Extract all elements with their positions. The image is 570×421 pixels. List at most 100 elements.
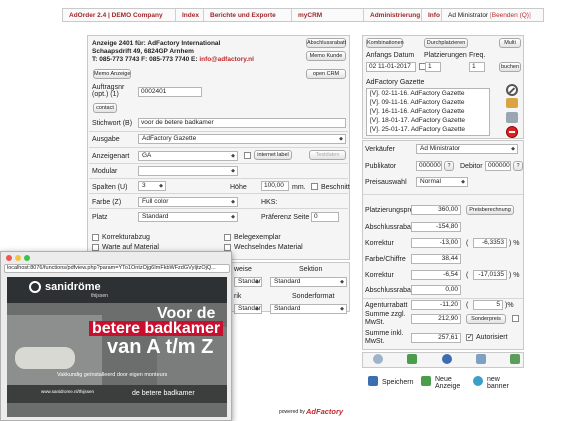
close-window-icon[interactable]	[6, 255, 12, 261]
internet-label-checkbox[interactable]	[244, 152, 251, 159]
korrektur-2-percent-input[interactable]: -17,0135	[473, 270, 507, 280]
adfactory-logo: AdFactory	[306, 407, 344, 416]
placement-item[interactable]: [V]. 02-11-16. AdFactory Gazette	[370, 90, 465, 97]
pdf-preview-window[interactable]: localhost:8076/functions/pdfview.php?par…	[0, 251, 232, 421]
new-banner-icon[interactable]	[473, 376, 483, 386]
platzierungspreis-input[interactable]: 360,00	[411, 205, 461, 215]
save-icon[interactable]	[368, 376, 378, 386]
praeferenz-input[interactable]: 0	[311, 212, 339, 222]
korrektur-2-input[interactable]: -6,54	[411, 270, 461, 280]
nav-administrierung[interactable]: Administrierung	[364, 9, 422, 21]
placement-item[interactable]: [V]. 25-01-17. AdFactory Gazette	[370, 126, 465, 133]
summe-inkl-input[interactable]: 257,61	[411, 333, 461, 343]
anfangs-datum-input[interactable]: 02 11-01-2017	[366, 62, 416, 72]
customer-line-2: Schaapsdrift 49, 6824GP Arnhem	[92, 48, 194, 55]
nav-mycrm[interactable]: myCRM	[292, 9, 364, 21]
warte-material-checkbox[interactable]	[92, 244, 99, 251]
platz-select[interactable]: Standard	[138, 212, 238, 222]
customer-email[interactable]: info@adfactory.nl	[199, 56, 254, 63]
customer-line-3: T: 085-773 7743 F: 085-773 7740 E: info@…	[92, 56, 254, 63]
publikator-search-button[interactable]: ?	[444, 161, 454, 171]
kombinationen-button[interactable]: Kombinationen	[366, 38, 404, 48]
abschlussrabatt-button[interactable]: Abschlussrabatt	[306, 38, 346, 48]
sanidrome-logo-icon	[29, 281, 41, 293]
nav-index[interactable]: Index	[176, 9, 204, 21]
debitor-search-button[interactable]: ?	[513, 161, 523, 171]
freq-input[interactable]: 1	[469, 62, 485, 72]
speichern-button[interactable]: Speichern	[382, 379, 414, 386]
farbe-chiffre-input[interactable]: 38,44	[411, 254, 461, 264]
internet-label-button[interactable]: internet label	[254, 150, 292, 160]
new-banner-button[interactable]: new	[487, 376, 500, 383]
grid-add-icon[interactable]	[510, 354, 520, 364]
calculator-icon[interactable]	[373, 354, 383, 364]
placement-item[interactable]: [V]. 16-11-16. AdFactory Gazette	[370, 108, 465, 115]
durchplatzieren-button[interactable]: Durchplatzieren	[424, 38, 468, 48]
farbe-label: Farbe (Z)	[92, 199, 122, 206]
beschnitt-checkbox[interactable]	[311, 183, 318, 190]
anzeigenart-select[interactable]: GA	[138, 151, 238, 161]
memo-anzeige-button[interactable]: Memo Anzeige	[93, 69, 131, 79]
edit-icon[interactable]	[506, 98, 518, 108]
maximize-window-icon[interactable]	[24, 255, 30, 261]
minimize-window-icon[interactable]	[15, 255, 21, 261]
ausgabe-select[interactable]: AdFactory Gazette	[138, 134, 346, 144]
preisberechnung-button[interactable]: Preisberechnung	[466, 205, 514, 215]
placement-item[interactable]: [V]. 09-11-16. AdFactory Gazette	[370, 99, 465, 106]
spalten-select[interactable]: 3	[138, 181, 166, 191]
preisauswahl-select[interactable]: Normal	[416, 177, 468, 187]
abschlussrabatt-2-input[interactable]: 0,00	[411, 285, 461, 295]
agenturrabatt-input[interactable]: -11,20	[411, 300, 461, 310]
korrektur-input[interactable]: -13,00	[411, 238, 461, 248]
hoehe-input[interactable]: 100,00	[261, 181, 289, 191]
k-select[interactable]: Standard	[234, 304, 262, 314]
memo-kunde-button[interactable]: Memo Kunde	[306, 51, 346, 61]
korrekturabzug-checkbox[interactable]	[92, 234, 99, 241]
zahlungsweise-select[interactable]: Standard	[234, 277, 262, 287]
buchen-button[interactable]: buchen	[499, 62, 521, 72]
sonderpreis-checkbox[interactable]	[512, 315, 519, 322]
print-icon[interactable]	[506, 112, 518, 123]
globe-icon[interactable]	[442, 354, 452, 364]
auftragsnr-input[interactable]: 0002401	[138, 87, 202, 97]
farbe-chiffre-label: Farbe/Chiffre	[365, 256, 406, 263]
logout-link[interactable]: Beenden (Q)	[492, 12, 529, 19]
new-banner-button-line2[interactable]: banner	[487, 383, 509, 390]
add-document-icon[interactable]	[407, 354, 417, 364]
verkaeufer-select[interactable]: Ad Ministrator	[416, 144, 518, 154]
anzeigenart-label: Anzeigenart	[92, 153, 130, 160]
farbe-select[interactable]: Full color	[138, 197, 238, 207]
sonderformat-select[interactable]: Standard	[270, 304, 347, 314]
delete-icon[interactable]	[506, 126, 518, 138]
open-crm-button[interactable]: open CRM	[306, 69, 346, 79]
autorisiert-checkbox[interactable]	[466, 333, 473, 341]
stichwort-input[interactable]: voor de betere badkamer	[138, 118, 346, 128]
neue-anzeige-button-line2[interactable]: Anzeige	[435, 383, 460, 390]
neue-anzeige-button[interactable]: Neue	[435, 376, 452, 383]
summe-zzgl-input[interactable]: 212,90	[411, 314, 461, 324]
multi-button[interactable]: Multi	[499, 38, 521, 48]
placements-list[interactable]: [V]. 02-11-16. AdFactory Gazette [V]. 09…	[366, 88, 490, 136]
sektion-select[interactable]: Standard	[270, 277, 347, 287]
nav-berichte[interactable]: Berichte und Exporte	[204, 9, 292, 21]
debitor-input[interactable]: 0000000	[485, 161, 511, 171]
placement-item[interactable]: [V]. 18-01-17. AdFactory Gazette	[370, 117, 465, 124]
belegexemplar-checkbox[interactable]	[224, 234, 231, 241]
testdaten-button[interactable]: Testdaten	[309, 150, 346, 160]
modular-select[interactable]	[138, 166, 238, 176]
sonderpreis-button[interactable]: Sonderpreis	[466, 314, 506, 324]
debitor-label: Debitor	[460, 163, 483, 170]
nav-brand[interactable]: AdOrder 2.4 | DEMO Company	[63, 9, 176, 21]
nav-info[interactable]: Info	[422, 9, 442, 21]
document-icon[interactable]	[476, 354, 486, 364]
url-bar[interactable]: localhost:8076/functions/pdfview.php?par…	[4, 264, 230, 273]
agenturrabatt-percent-input[interactable]: 5	[473, 300, 503, 310]
block-icon[interactable]	[506, 84, 518, 96]
contact-button[interactable]: contact	[93, 103, 117, 113]
platzierungen-input[interactable]: 1	[425, 62, 441, 72]
new-ad-icon[interactable]	[421, 376, 431, 386]
abschlussrabatt-input[interactable]: -154,80	[411, 222, 461, 232]
publikator-input[interactable]: 0000000	[416, 161, 442, 171]
wechselndes-material-checkbox[interactable]	[224, 244, 231, 251]
korrektur-percent-input[interactable]: -6,3353	[473, 238, 507, 248]
